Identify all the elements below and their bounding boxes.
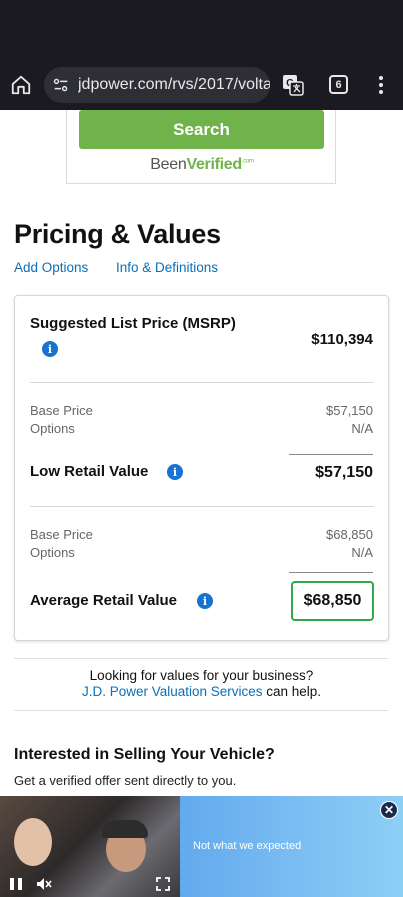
page-title: Pricing & Values (14, 219, 221, 249)
avg-retail-info-icon[interactable]: i (197, 593, 213, 609)
browser-toolbar: jdpower.com/rvs/2017/voltage G 6 (0, 60, 403, 110)
divider (30, 382, 374, 383)
video-caption: Not what we expected (193, 840, 302, 852)
home-icon[interactable] (10, 74, 32, 96)
avg-base-price-value: $68,850 (326, 527, 373, 542)
low-sum-rule (289, 454, 373, 455)
valuation-services-link[interactable]: J.D. Power Valuation Services (82, 684, 263, 699)
video-person-left (14, 818, 52, 866)
video-ad-player[interactable]: Not what we expected ✕ (0, 796, 403, 897)
low-options-value: N/A (351, 421, 373, 436)
more-menu-icon[interactable] (372, 73, 390, 97)
info-definitions-link[interactable]: Info & Definitions (116, 260, 218, 275)
low-options-label: Options (30, 421, 75, 436)
sell-section-title: Interested in Selling Your Vehicle? (14, 746, 275, 763)
pause-icon[interactable] (10, 878, 22, 890)
video-person-hat (102, 820, 148, 838)
low-base-price-value: $57,150 (326, 403, 373, 418)
divider (14, 710, 388, 711)
msrp-label: Suggested List Price (MSRP) (30, 315, 236, 332)
pricing-card: Suggested List Price (MSRP) i $110,394 B… (14, 295, 389, 641)
sell-section-subtitle: Get a verified offer sent directly to yo… (14, 773, 237, 788)
low-retail-label: Low Retail Value (30, 463, 149, 480)
divider (14, 658, 388, 659)
low-base-price-label: Base Price (30, 403, 93, 418)
low-retail-value: $57,150 (315, 464, 373, 481)
low-retail-info-icon[interactable]: i (167, 464, 183, 480)
translate-icon[interactable]: G (281, 73, 305, 97)
avg-retail-value: $68,850 (291, 581, 374, 621)
status-bar (0, 0, 403, 60)
business-prompt: Looking for values for your business? (89, 668, 314, 683)
avg-options-value: N/A (351, 545, 373, 560)
msrp-info-icon[interactable]: i (42, 341, 58, 357)
avg-retail-label: Average Retail Value (30, 592, 178, 609)
divider (30, 506, 374, 507)
avg-sum-rule (289, 572, 373, 573)
msrp-value: $110,394 (311, 331, 373, 348)
tab-switcher-button[interactable]: 6 (329, 75, 348, 94)
ad-search-button[interactable]: Search (79, 110, 324, 149)
site-settings-icon[interactable] (52, 76, 70, 94)
fullscreen-icon[interactable] (156, 877, 170, 891)
address-bar[interactable]: jdpower.com/rvs/2017/voltage (44, 67, 270, 103)
ad-banner: Search BeenVerified.com (66, 110, 336, 184)
add-options-link[interactable]: Add Options (14, 260, 88, 275)
beenverified-logo: BeenVerified.com (150, 156, 254, 173)
url-text: jdpower.com/rvs/2017/voltage (78, 76, 270, 93)
close-video-icon[interactable]: ✕ (380, 801, 398, 819)
business-help-line: J.D. Power Valuation Services can help. (81, 684, 322, 699)
video-thumbnail[interactable] (0, 796, 180, 897)
mute-icon[interactable] (36, 877, 52, 891)
avg-base-price-label: Base Price (30, 527, 93, 542)
avg-options-label: Options (30, 545, 75, 560)
